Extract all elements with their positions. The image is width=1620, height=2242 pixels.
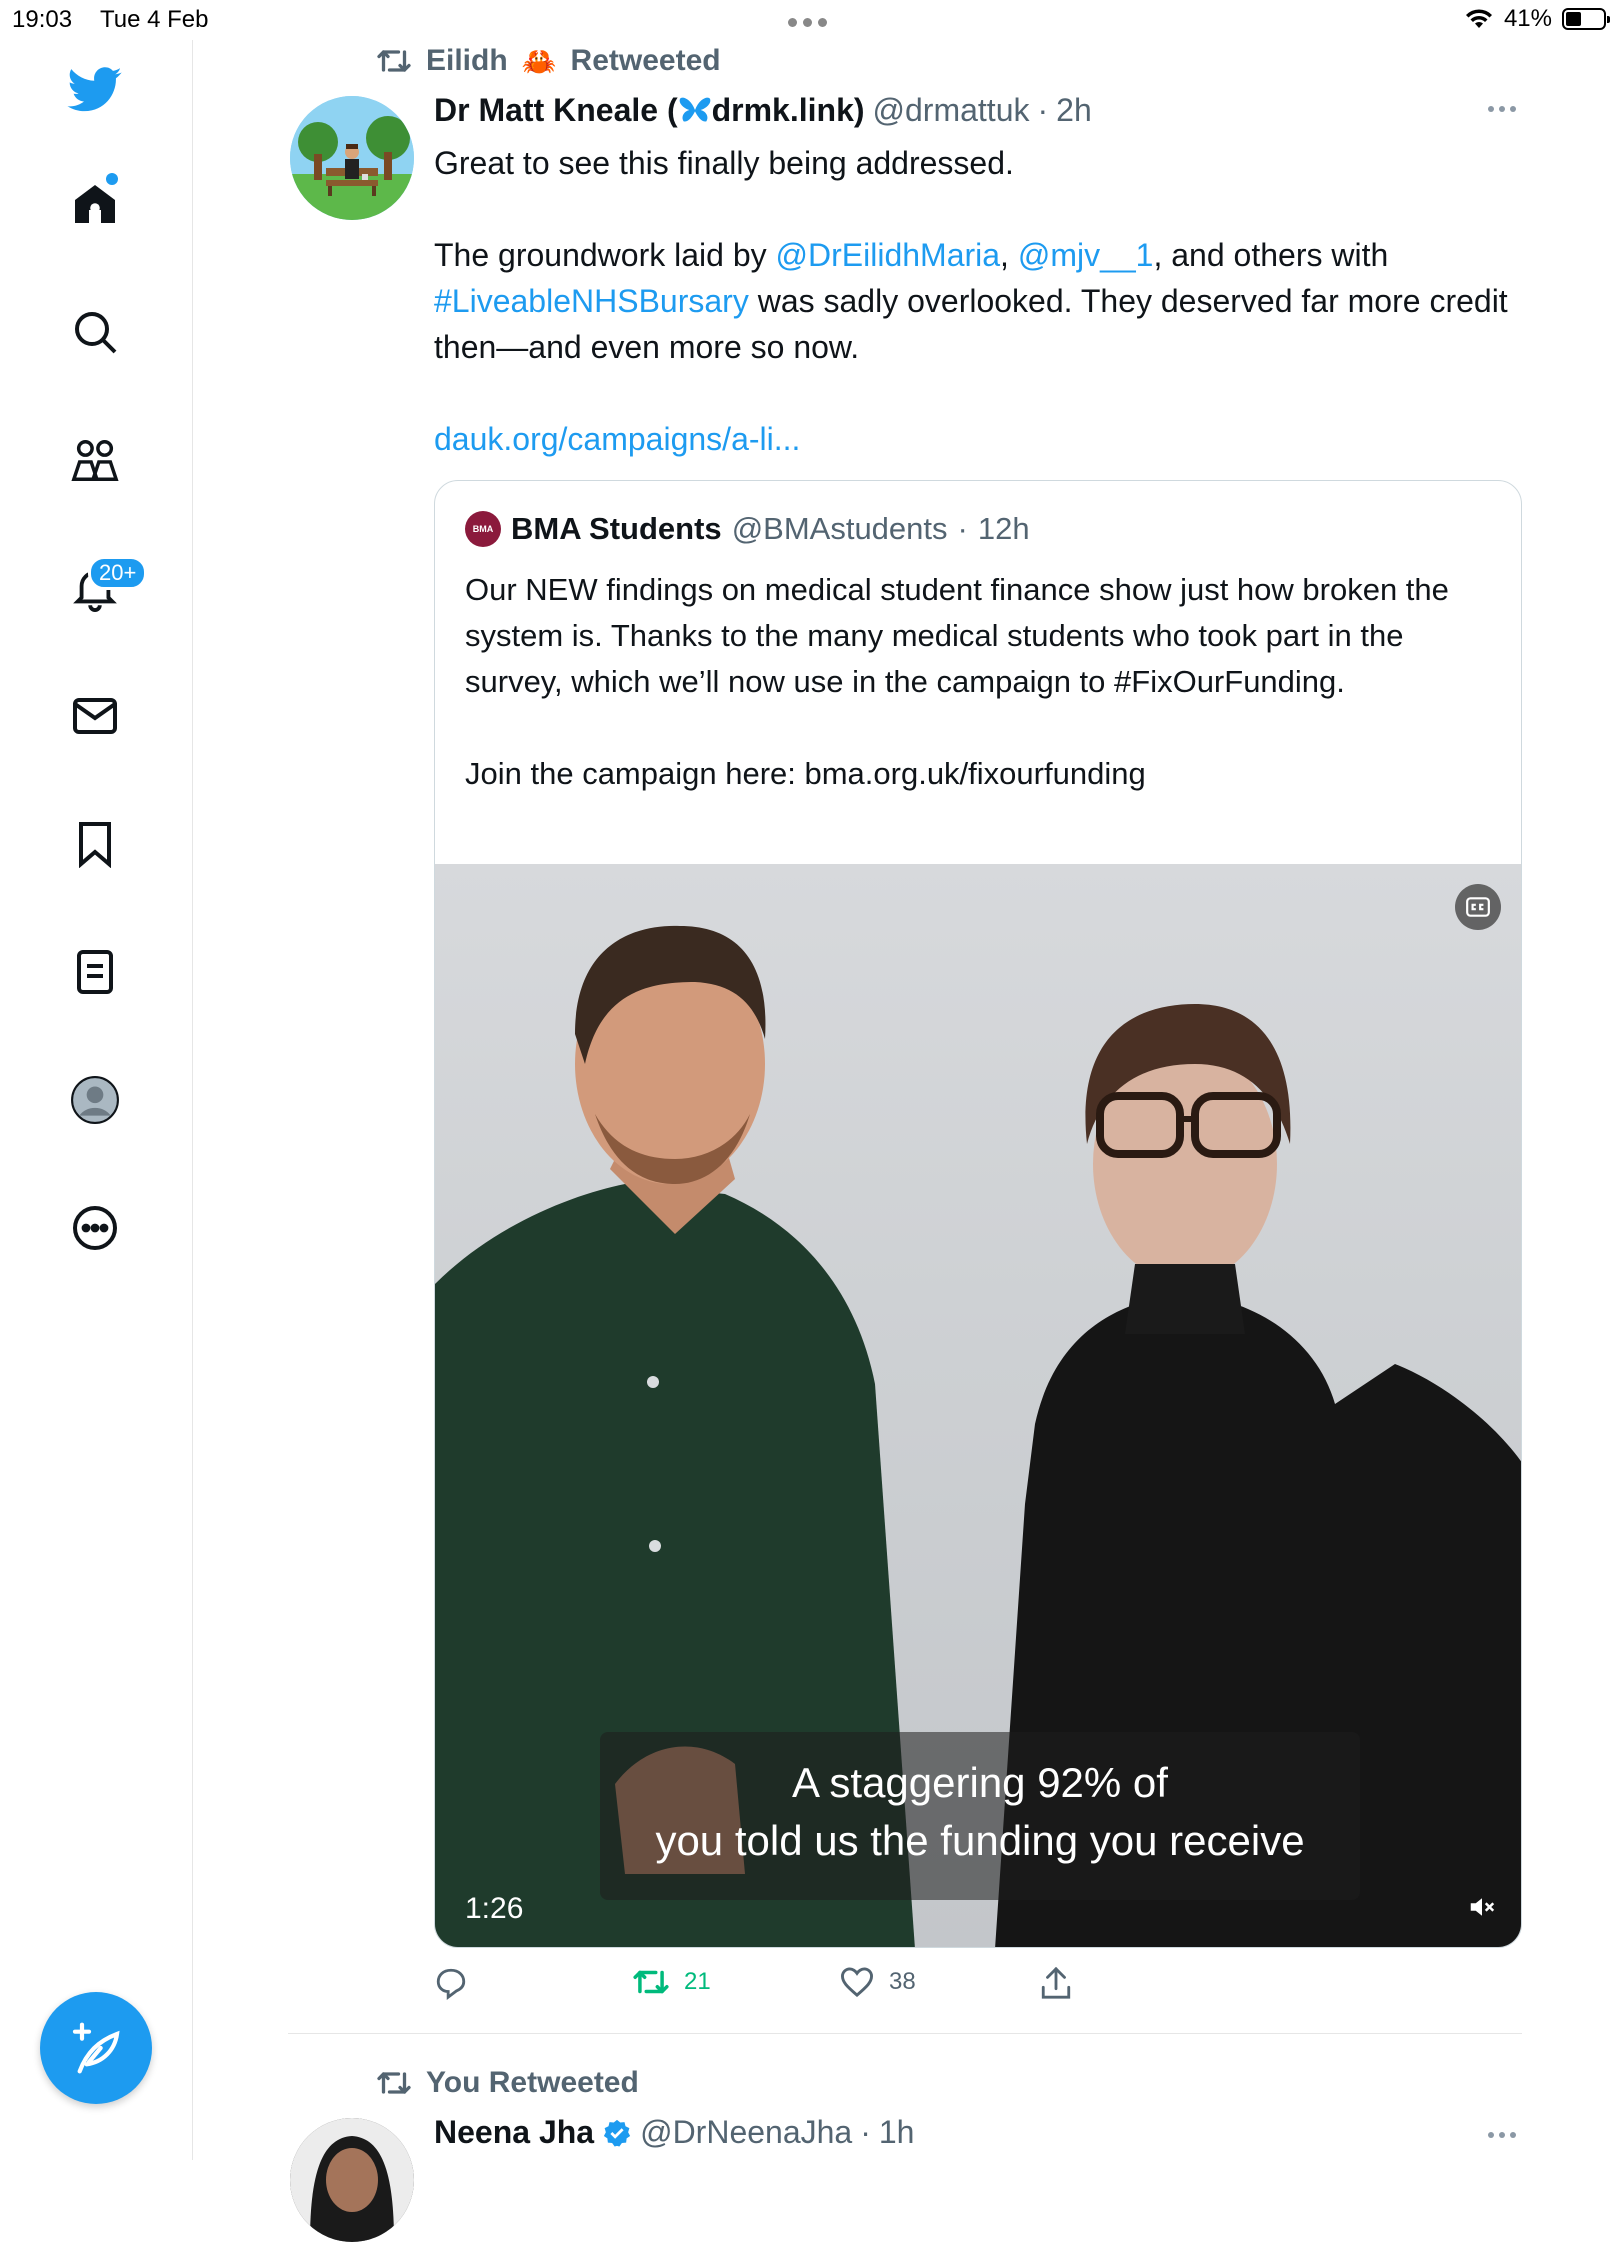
like-button[interactable]: 38: [839, 1966, 916, 1998]
bma-avatar[interactable]: BMA: [465, 511, 501, 547]
notifications-badge: 20+: [88, 556, 148, 590]
verified-badge-icon: [603, 2119, 631, 2146]
quote-text-para2: Join the campaign here: bma.org.uk/fixou…: [465, 756, 1146, 791]
retweeted-by: Eilidh: [426, 44, 508, 77]
author-row[interactable]: Dr Matt Kneale (drmk.link) @drmattuk · 2…: [434, 92, 1092, 129]
captions-icon: [1466, 897, 1490, 917]
home-icon[interactable]: [61, 170, 129, 238]
mention-link[interactable]: @mjv__1: [1018, 237, 1154, 273]
crab-emoji: 🦀: [521, 45, 557, 77]
retweet-icon: [633, 1970, 669, 1994]
retweet-icon: [377, 50, 411, 72]
mail-icon[interactable]: [61, 682, 129, 750]
tweet-more-icon[interactable]: [1488, 106, 1516, 112]
video-caption: A staggering 92% of you told us the fund…: [600, 1732, 1360, 1900]
video-player[interactable]: A staggering 92% of you told us the fund…: [435, 864, 1521, 1947]
mention-link[interactable]: @DrEilidhMaria: [776, 237, 1001, 273]
author-row[interactable]: Neena Jha @DrNeenaJha · 1h: [434, 2114, 914, 2151]
author-avatar[interactable]: [290, 96, 414, 220]
tweet-text-para2: The groundwork laid by @DrEilidhMaria, @…: [434, 237, 1508, 365]
author-name[interactable]: Dr Matt Kneale (drmk.link): [434, 92, 865, 129]
share-icon: [1041, 1966, 1071, 1999]
retweet-icon: [377, 2072, 411, 2094]
retweeted-label: You Retweeted: [426, 2066, 639, 2099]
author-handle[interactable]: @drmattuk: [873, 92, 1030, 129]
search-icon[interactable]: [61, 298, 129, 366]
quote-text-para1: Our NEW findings on medical student fina…: [465, 572, 1449, 699]
status-date: Tue 4 Feb: [100, 6, 209, 33]
author-name[interactable]: Neena Jha: [434, 2114, 594, 2151]
quote-text: Our NEW findings on medical student fina…: [465, 567, 1485, 797]
profile-avatar-icon[interactable]: [61, 1066, 129, 1134]
tweet-text-line1: Great to see this finally being addresse…: [434, 145, 1014, 181]
more-circle-icon[interactable]: [61, 1194, 129, 1262]
quoted-tweet-card[interactable]: BMA BMA Students @BMAstudents · 12h Our …: [434, 480, 1522, 1948]
separator-dot: ·: [1037, 92, 1049, 128]
lists-icon[interactable]: [61, 938, 129, 1006]
battery-percent: 41%: [1503, 5, 1552, 32]
retweet-button[interactable]: 21: [632, 1966, 711, 1998]
share-button[interactable]: [1040, 1966, 1072, 2000]
like-count: 38: [889, 1968, 916, 1995]
bookmark-icon[interactable]: [61, 810, 129, 878]
tweet-actions: 21 38: [434, 1966, 1334, 2006]
heart-icon: [840, 1967, 874, 1998]
status-time: 19:03: [12, 6, 73, 33]
external-link[interactable]: dauk.org/campaigns/a-li...: [434, 421, 800, 457]
mute-button[interactable]: [1467, 1894, 1497, 1925]
twitter-logo-icon[interactable]: [61, 56, 129, 124]
compose-feather-icon: [72, 2022, 120, 2074]
tweet-time[interactable]: 1h: [879, 2114, 915, 2151]
butterfly-icon: [679, 97, 710, 122]
quote-author-name[interactable]: BMA Students: [511, 511, 722, 547]
retweet-context[interactable]: You Retweeted: [376, 2066, 639, 2100]
wifi-icon: [1465, 9, 1492, 28]
muted-speaker-icon: [1470, 1898, 1495, 1916]
hashtag-link[interactable]: #LiveableNHSBursary: [434, 283, 749, 319]
battery-icon: [1562, 8, 1610, 30]
author-handle[interactable]: @DrNeenaJha: [640, 2114, 852, 2151]
tweet-divider: [288, 2033, 1522, 2034]
multitasking-dots-icon[interactable]: [788, 18, 827, 27]
separator-dot: ·: [957, 511, 968, 546]
captions-button[interactable]: [1455, 884, 1501, 930]
tweet-time[interactable]: 2h: [1056, 92, 1092, 129]
quote-author-row[interactable]: BMA BMA Students @BMAstudents · 12h: [465, 511, 1030, 547]
compose-tweet-button[interactable]: [40, 1992, 152, 2104]
retweet-context[interactable]: Eilidh 🦀 Retweeted: [376, 44, 721, 78]
home-unread-dot: [106, 173, 118, 185]
tweet-more-icon[interactable]: [1488, 2132, 1516, 2138]
retweeted-label: Retweeted: [570, 44, 721, 77]
quote-time[interactable]: 12h: [978, 511, 1030, 547]
status-right: 41%: [1464, 5, 1610, 33]
author-avatar[interactable]: [290, 2118, 414, 2242]
video-duration: 1:26: [465, 1892, 524, 1925]
quote-author-handle[interactable]: @BMAstudents: [732, 511, 948, 547]
sidebar-divider: [192, 40, 193, 2160]
communities-icon[interactable]: [61, 426, 129, 494]
reply-button[interactable]: [434, 1966, 482, 2000]
reply-icon: [436, 1968, 466, 2000]
retweet-count: 21: [684, 1968, 711, 1995]
tweet-text: Great to see this finally being addresse…: [434, 140, 1524, 462]
separator-dot: ·: [860, 2114, 871, 2150]
